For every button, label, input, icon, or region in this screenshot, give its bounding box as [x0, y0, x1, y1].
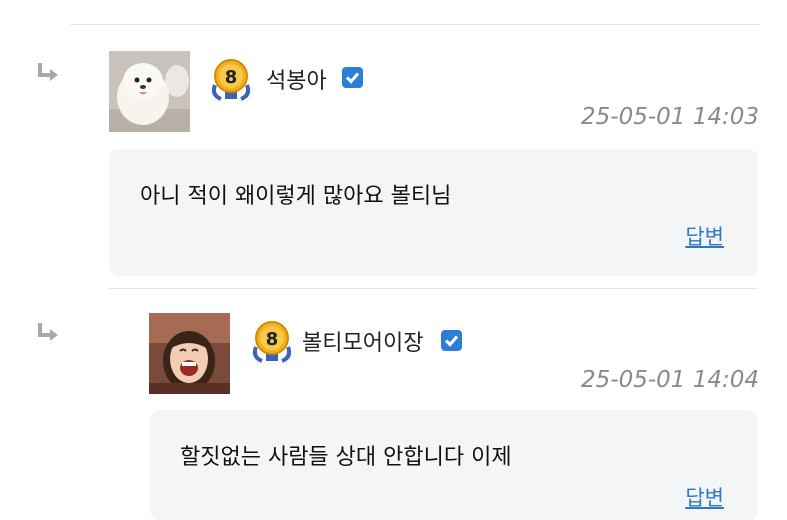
level-medal-icon: 8	[211, 59, 251, 101]
check-badge-icon	[342, 67, 363, 88]
check-badge-icon	[441, 330, 462, 351]
level-number: 8	[225, 67, 238, 88]
level-number: 8	[266, 329, 279, 350]
comment-bubble: 할짓없는 사람들 상대 안합니다 이제 답변	[150, 410, 758, 520]
divider-top	[70, 24, 760, 25]
reply-button[interactable]: 답변	[685, 482, 724, 512]
avatar[interactable]	[109, 51, 190, 132]
reply-button[interactable]: 답변	[685, 221, 724, 251]
reply-arrow-icon	[38, 323, 58, 341]
level-medal-icon: 8	[252, 321, 292, 363]
nickname[interactable]: 석봉아	[266, 63, 327, 95]
avatar[interactable]	[149, 313, 230, 394]
nickname[interactable]: 볼티모어이장	[302, 325, 423, 357]
timestamp: 25-05-01 14:03	[581, 104, 759, 130]
comment-text: 아니 적이 왜이렇게 많아요 볼티님	[140, 184, 452, 209]
comment-bubble: 아니 적이 왜이렇게 많아요 볼티님 답변	[109, 149, 758, 276]
divider	[109, 288, 758, 289]
reply-arrow-icon	[38, 63, 58, 81]
timestamp: 25-05-01 14:04	[581, 367, 759, 393]
comment-text: 할짓없는 사람들 상대 안합니다 이제	[180, 445, 512, 470]
